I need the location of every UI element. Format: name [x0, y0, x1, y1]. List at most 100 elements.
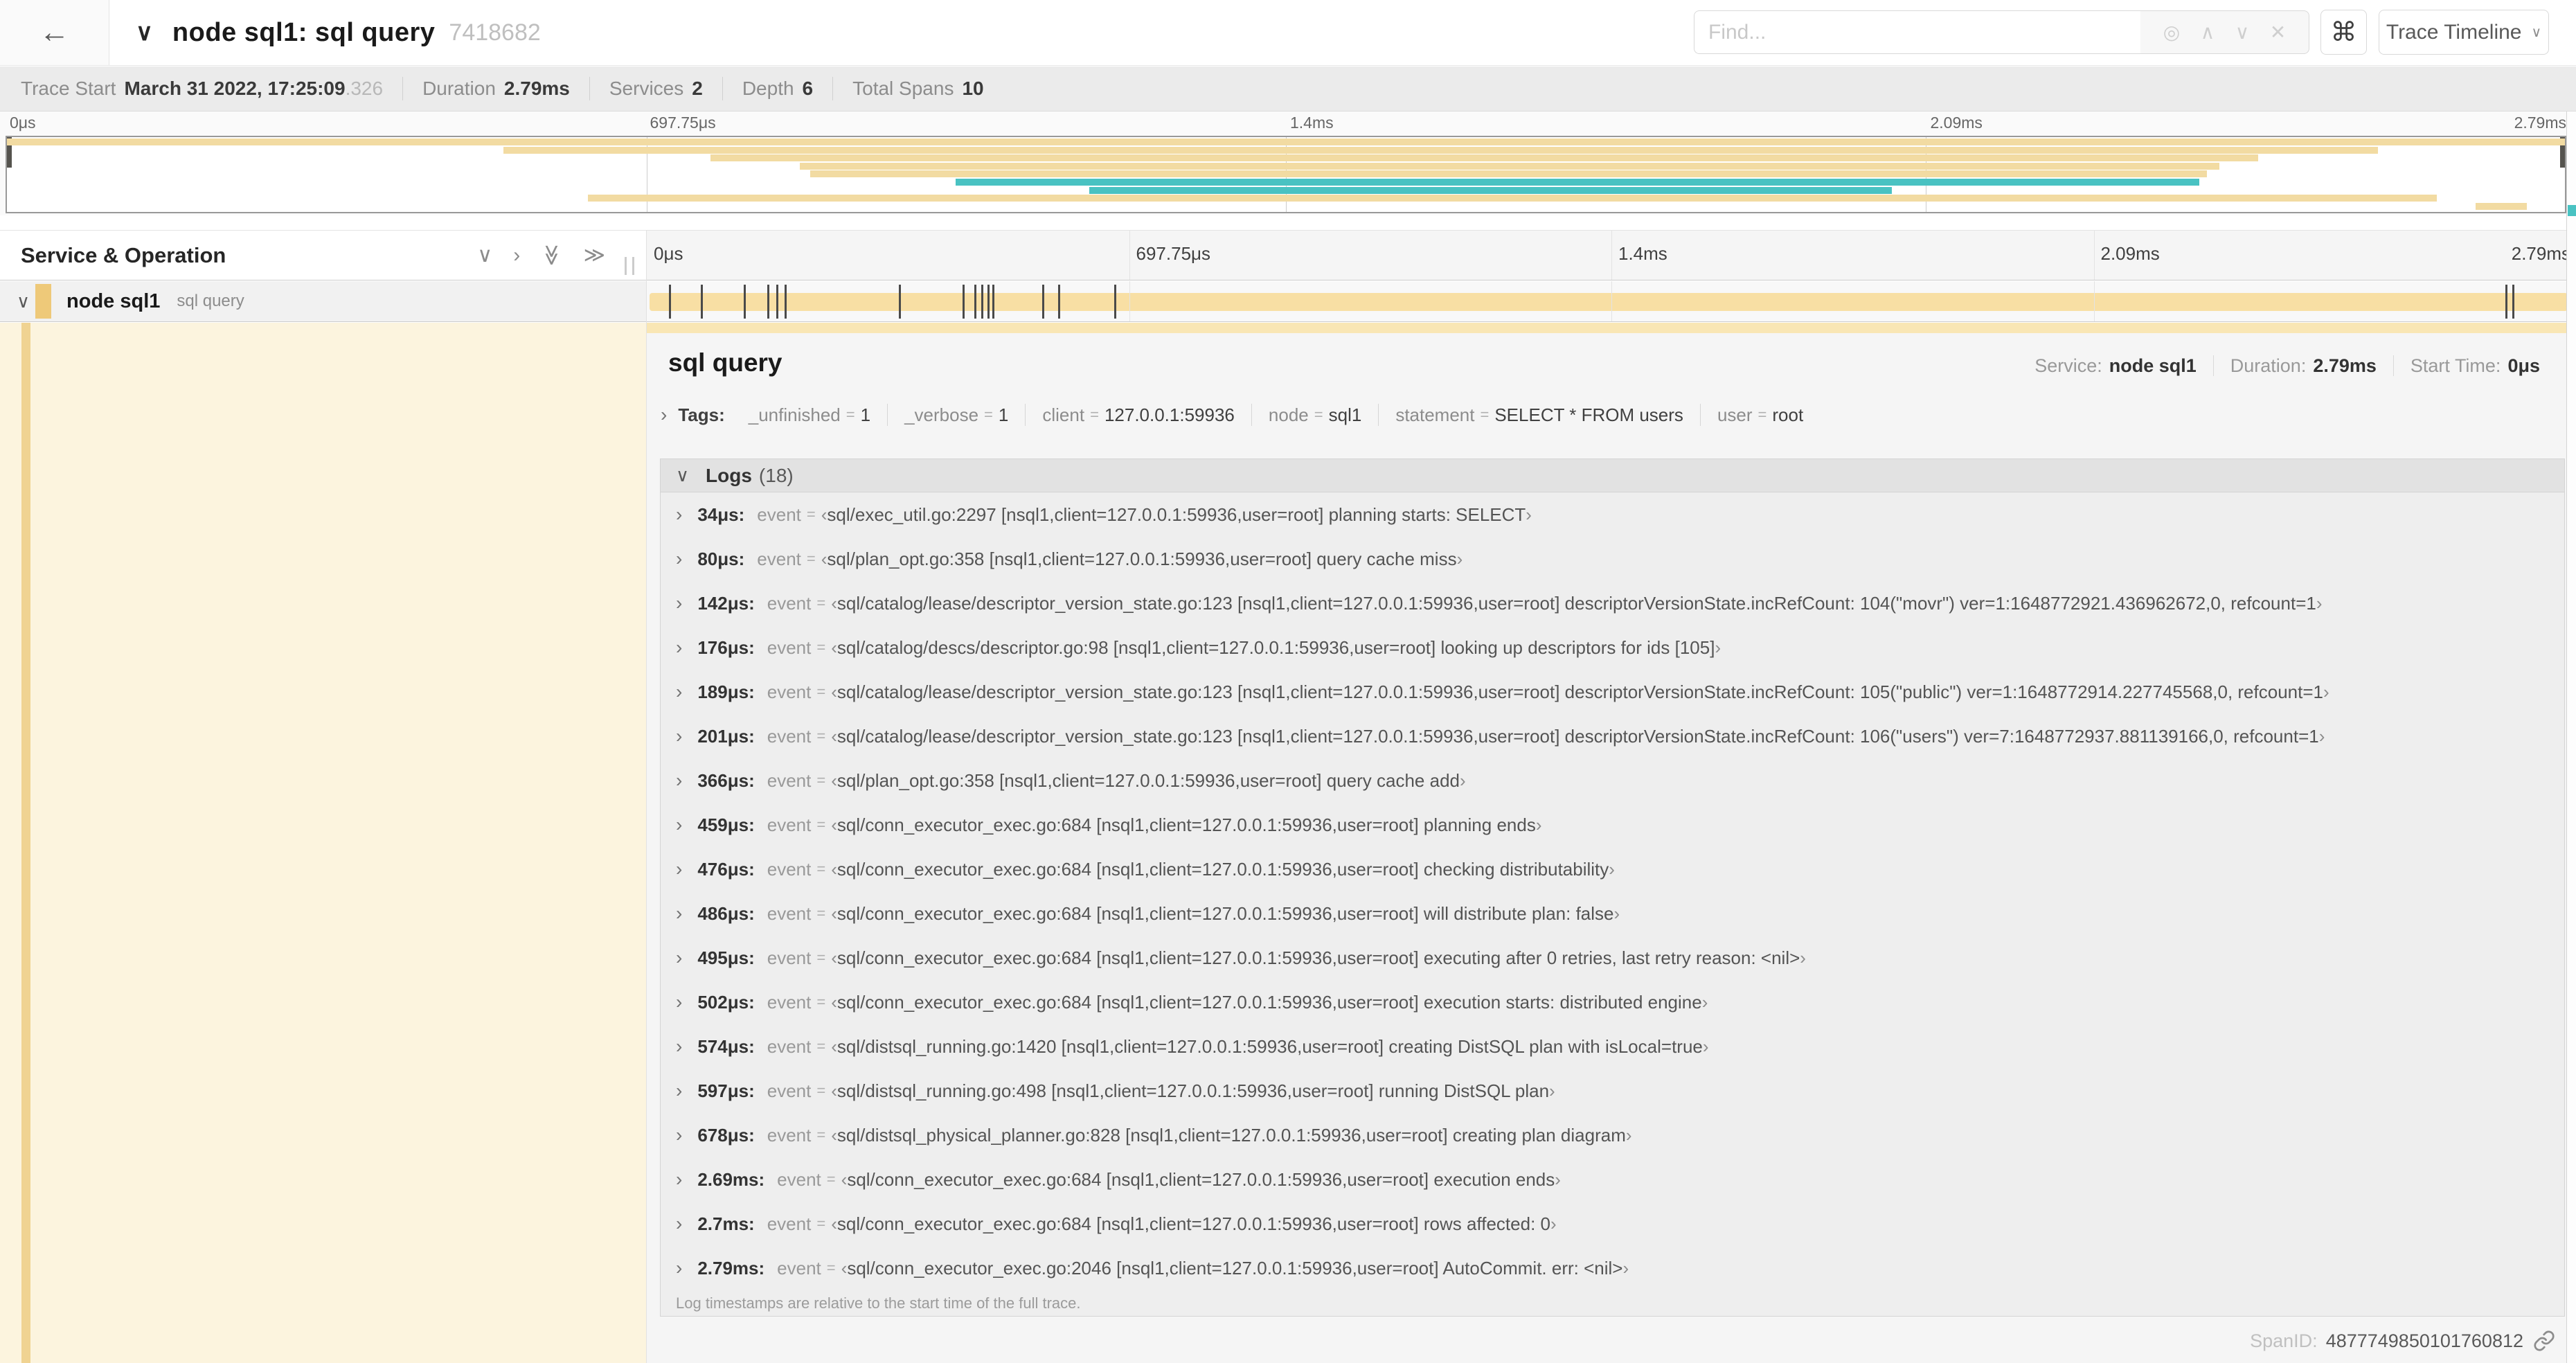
log-field-key: event — [767, 858, 812, 880]
tag-value: SELECT * FROM users — [1494, 404, 1683, 425]
tag-equals: = — [1314, 406, 1323, 423]
tag-item[interactable]: statement = SELECT * FROM users — [1378, 404, 1700, 426]
summary-value-fraction: .326 — [345, 78, 384, 99]
minimap-tick-labels: 0μs 697.75μs 1.4ms 2.09ms 2.79ms — [6, 114, 2566, 134]
log-expand-icon[interactable]: › — [676, 681, 682, 703]
log-marker-tick — [700, 285, 703, 319]
log-row[interactable]: › 486μs: event = ‹sql/conn_executor_exec.go:… — [661, 891, 2564, 936]
summary-label: Total Spans — [852, 78, 954, 99]
clear-search-icon[interactable]: ✕ — [2270, 21, 2286, 44]
trace-summary-bar: Trace Start March 31 2022, 17:25:09.326 Du… — [0, 66, 2576, 112]
log-row[interactable]: › 597μs: event = ‹sql/distsql_running.go:498… — [661, 1069, 2564, 1113]
back-button[interactable]: ← — [0, 0, 109, 65]
log-row[interactable]: › 189μs: event = ‹sql/catalog/lease/descript… — [661, 670, 2564, 714]
log-row[interactable]: › 34μs: event = ‹sql/exec_util.go:2297 [nsql… — [661, 492, 2564, 537]
expand-one-icon[interactable]: › — [513, 244, 520, 267]
log-row[interactable]: › 476μs: event = ‹sql/conn_executor_exec.go:… — [661, 847, 2564, 891]
log-row[interactable]: › 574μs: event = ‹sql/distsql_running.go:142… — [661, 1024, 2564, 1069]
locate-icon[interactable]: ◎ — [2163, 21, 2180, 44]
log-row[interactable]: › 495μs: event = ‹sql/conn_executor_exec.go:… — [661, 936, 2564, 980]
log-expand-icon[interactable]: › — [676, 1035, 682, 1058]
span-track[interactable] — [647, 281, 2576, 321]
log-marker-tick — [1058, 285, 1061, 319]
log-row[interactable]: › 459μs: event = ‹sql/conn_executor_exec.go:… — [661, 803, 2564, 847]
next-result-icon[interactable]: ∨ — [2235, 21, 2250, 44]
view-selector-button[interactable]: Trace Timeline ∨ — [2379, 10, 2549, 55]
summary-item: Services 2 — [589, 77, 722, 100]
log-expand-icon[interactable]: › — [676, 725, 682, 747]
log-expand-icon[interactable]: › — [676, 991, 682, 1013]
logs-header[interactable]: ∨ Logs (18) — [661, 459, 2564, 492]
log-row[interactable]: › 366μs: event = ‹sql/plan_opt.go:358 [nsql1… — [661, 758, 2564, 803]
log-expand-icon[interactable]: › — [676, 1168, 682, 1191]
column-resizer[interactable] — [646, 230, 647, 1363]
log-equals: = — [816, 683, 826, 700]
column-grip-icon[interactable] — [625, 257, 634, 275]
span-duration-bar[interactable] — [650, 293, 2568, 311]
tag-item[interactable]: client = 127.0.0.1:59936 — [1025, 404, 1251, 426]
timeline-minimap[interactable]: 0μs 697.75μs 1.4ms 2.09ms 2.79ms — [0, 112, 2576, 215]
log-timestamp: 189μs: — [697, 681, 755, 702]
find-controls: ◎ ∧ ∨ ✕ — [2140, 10, 2309, 54]
timeline-gridline — [1611, 231, 1612, 280]
log-row[interactable]: › 502μs: event = ‹sql/conn_executor_exec.go:… — [661, 980, 2564, 1024]
open-quote-icon: ‹ — [831, 725, 837, 747]
log-row[interactable]: › 2.7ms: event = ‹sql/conn_executor_exec.go:… — [661, 1202, 2564, 1246]
log-row[interactable]: › 201μs: event = ‹sql/catalog/lease/descript… — [661, 714, 2564, 758]
tag-item[interactable]: _unfinished = 1 — [732, 404, 887, 426]
tags-row[interactable]: › Tags: _unfinished = 1 _verbose = 1 client = 12… — [661, 404, 1820, 426]
keyboard-shortcuts-button[interactable]: ⌘ — [2320, 10, 2367, 55]
minimap-span — [710, 154, 2258, 162]
log-field-value: ‹sql/distsql_running.go:1420 [nsql1,clie… — [831, 1035, 1709, 1057]
log-expand-icon[interactable]: › — [676, 1257, 682, 1279]
detail-overview-value: node sql1 — [2109, 355, 2197, 376]
log-expand-icon[interactable]: › — [676, 636, 682, 659]
tag-item[interactable]: user = root — [1699, 404, 1820, 426]
log-expand-icon[interactable]: › — [676, 548, 682, 570]
span-row-label[interactable]: ∨ node sql1 sql query — [0, 281, 647, 321]
prev-result-icon[interactable]: ∧ — [2201, 21, 2215, 44]
log-row[interactable]: › 678μs: event = ‹sql/distsql_physical_plann… — [661, 1113, 2564, 1157]
log-row[interactable]: › 80μs: event = ‹sql/plan_opt.go:358 [nsql1,… — [661, 537, 2564, 581]
log-expand-icon[interactable]: › — [676, 814, 682, 836]
log-expand-icon[interactable]: › — [676, 592, 682, 614]
log-row[interactable]: › 2.79ms: event = ‹sql/conn_executor_exec.go… — [661, 1246, 2564, 1290]
find-input[interactable] — [1694, 10, 2140, 54]
close-quote-icon: › — [1526, 504, 1532, 525]
log-expand-icon[interactable]: › — [676, 769, 682, 792]
trace-title: node sql1: sql query — [172, 17, 436, 47]
expand-all-icon[interactable]: ≫ — [584, 243, 605, 267]
collapse-all-icon[interactable]: ≫ — [539, 244, 564, 266]
close-quote-icon: › — [1535, 814, 1542, 835]
log-row[interactable]: › 2.69ms: event = ‹sql/conn_executor_exec.go… — [661, 1157, 2564, 1202]
log-expand-icon[interactable]: › — [676, 1124, 682, 1146]
log-row[interactable]: › 176μs: event = ‹sql/catalog/descs/descript… — [661, 625, 2564, 670]
collapse-children-icon[interactable]: ∨ — [17, 291, 30, 312]
tag-item[interactable]: _verbose = 1 — [887, 404, 1025, 426]
log-field-value: ‹sql/conn_executor_exec.go:684 [nsql1,cl… — [831, 991, 1708, 1013]
tags-label: Tags: — [678, 404, 725, 425]
log-expand-icon[interactable]: › — [676, 947, 682, 969]
minimap-span — [2475, 202, 2527, 210]
tag-item[interactable]: node = sql1 — [1251, 404, 1378, 426]
log-expand-icon[interactable]: › — [676, 504, 682, 526]
top-bar: ← ∨ node sql1: sql query 7418682 ◎ ∧ ∨ ✕… — [0, 0, 2576, 66]
chevron-down-icon: ∨ — [2531, 25, 2542, 40]
log-timestamp: 459μs: — [697, 814, 755, 835]
collapse-one-icon[interactable]: ∨ — [477, 243, 492, 267]
log-marker-tick — [981, 285, 984, 319]
minimap-span — [587, 195, 2438, 202]
tick-label: 697.75μs — [650, 114, 716, 132]
log-expand-icon[interactable]: › — [676, 1080, 682, 1102]
log-row[interactable]: › 142μs: event = ‹sql/catalog/lease/descript… — [661, 581, 2564, 625]
log-expand-icon[interactable]: › — [676, 902, 682, 925]
deep-link-icon[interactable] — [2533, 1330, 2555, 1352]
vertical-scrollbar[interactable] — [2566, 112, 2576, 1363]
collapse-trace-icon[interactable]: ∨ — [136, 19, 153, 46]
log-expand-icon[interactable]: › — [676, 1213, 682, 1235]
tags-expand-icon[interactable]: › — [661, 404, 667, 426]
log-expand-icon[interactable]: › — [676, 858, 682, 880]
open-quote-icon: ‹ — [841, 1168, 848, 1190]
close-quote-icon: › — [2316, 592, 2323, 614]
minimap-canvas[interactable] — [6, 136, 2566, 213]
